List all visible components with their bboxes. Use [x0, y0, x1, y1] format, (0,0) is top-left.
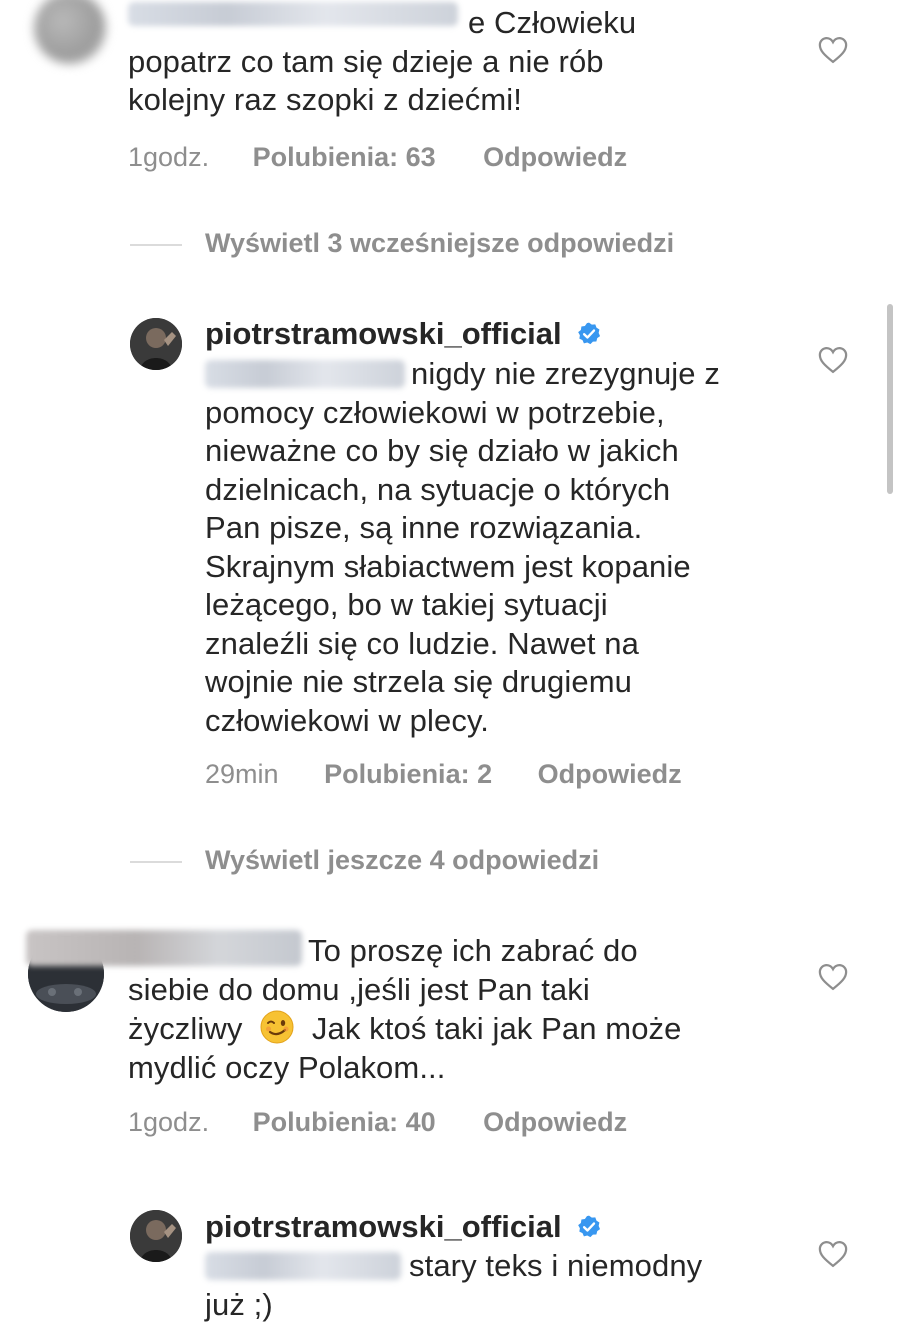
winking-face-emoji [259, 1009, 295, 1045]
likes-count[interactable]: Polubienia: 40 [253, 1107, 436, 1137]
avatar[interactable] [34, 0, 106, 64]
divider [130, 244, 182, 246]
comment-text: e Człowieku popatrz co tam się dzieje a … [128, 5, 637, 117]
verified-badge-icon [578, 1215, 601, 1238]
view-earlier-replies-button[interactable]: Wyświetl 3 wcześniejsze odpowiedzi [205, 228, 674, 259]
timestamp: 1godz. [128, 142, 210, 172]
divider [130, 861, 182, 863]
username[interactable]: piotrstramowski_official [205, 316, 602, 352]
reply-button[interactable]: Odpowiedz [538, 759, 682, 789]
likes-count[interactable]: Polubienia: 2 [324, 759, 492, 789]
heart-icon[interactable] [818, 1240, 848, 1268]
scrollbar[interactable] [887, 304, 893, 494]
verified-badge-icon [578, 322, 601, 345]
comment-text: nigdy nie zrezygnuje z pomocy człowiekow… [205, 356, 720, 738]
comment-text: To proszę ich zabrać do siebie do domu ,… [128, 933, 682, 1085]
avatar[interactable] [130, 318, 182, 370]
reply-button[interactable]: Odpowiedz [483, 142, 627, 172]
heart-icon[interactable] [818, 346, 848, 374]
likes-count[interactable]: Polubienia: 63 [253, 142, 436, 172]
timestamp: 1godz. [128, 1107, 210, 1137]
heart-icon[interactable] [818, 963, 848, 991]
comment-meta: 29min Polubienia: 2 Odpowiedz [205, 759, 682, 790]
username[interactable]: piotrstramowski_official [205, 1209, 602, 1245]
avatar[interactable] [130, 1210, 182, 1262]
comment-text: stary teks i niemodny już ;) [205, 1248, 703, 1322]
view-more-replies-button[interactable]: Wyświetl jeszcze 4 odpowiedzi [205, 845, 599, 876]
reply-button[interactable]: Odpowiedz [483, 1107, 627, 1137]
comment-meta: 1godz. Polubienia: 63 Odpowiedz [128, 142, 627, 173]
heart-icon[interactable] [818, 36, 848, 64]
timestamp: 29min [205, 759, 279, 789]
comment-meta: 1godz. Polubienia: 40 Odpowiedz [128, 1107, 627, 1138]
